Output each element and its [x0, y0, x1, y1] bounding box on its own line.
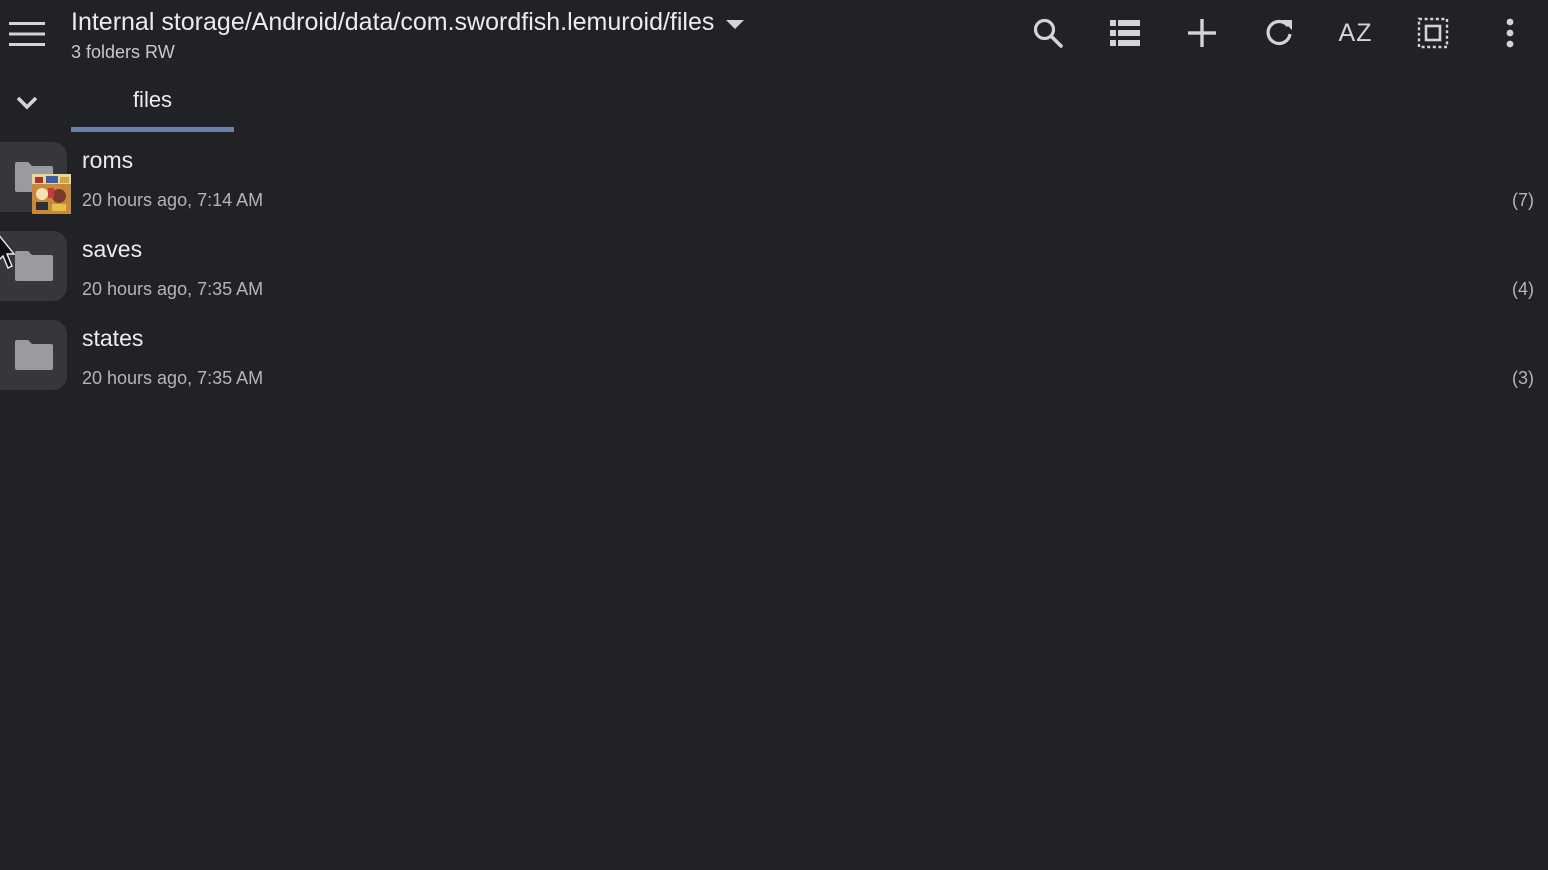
refresh-icon: [1266, 19, 1292, 46]
item-name: states: [82, 325, 144, 351]
file-manager-screen: Internal storage/Android/data/com.swordf…: [0, 0, 1548, 870]
folder-icon: [14, 340, 53, 370]
search-button[interactable]: [1009, 10, 1086, 56]
top-app-bar: Internal storage/Android/data/com.swordf…: [0, 0, 1548, 70]
active-tab-indicator: [71, 127, 234, 132]
list-item[interactable]: states 20 hours ago, 7:35 AM (3): [0, 320, 1548, 409]
tab-label: files: [132, 87, 173, 112]
more-vert-icon: [1506, 18, 1513, 48]
folder-thumbnail: [0, 320, 67, 390]
path-title: Internal storage/Android/data/com.swordf…: [71, 8, 715, 36]
select-all-button[interactable]: [1394, 10, 1471, 56]
collapse-button[interactable]: [6, 82, 48, 124]
refresh-button[interactable]: [1240, 10, 1317, 56]
sort-az-icon: AZ: [1338, 18, 1373, 47]
path-dropdown[interactable]: Internal storage/Android/data/com.swordf…: [71, 6, 745, 38]
item-name: roms: [82, 147, 134, 173]
item-count: (7): [1512, 190, 1534, 210]
item-date: 20 hours ago, 7:14 AM: [82, 190, 264, 210]
chevron-down-icon: [16, 96, 38, 110]
list-view-icon: [1109, 20, 1140, 46]
item-count: (3): [1512, 368, 1534, 388]
item-count: (4): [1512, 279, 1534, 299]
folder-summary: 3 folders RW: [71, 42, 175, 62]
search-icon: [1033, 18, 1063, 48]
more-options-button[interactable]: [1471, 10, 1548, 56]
folder-thumbnail: [0, 231, 67, 301]
folder-icon: [14, 251, 53, 281]
hamburger-menu-icon: [9, 22, 45, 46]
tab-files[interactable]: files: [71, 76, 234, 132]
game-cover-thumbnail: [32, 174, 71, 214]
sort-button[interactable]: AZ: [1317, 10, 1394, 56]
dropdown-caret-icon: [726, 19, 745, 29]
add-icon: [1187, 19, 1216, 47]
view-mode-button[interactable]: [1086, 10, 1163, 56]
menu-button[interactable]: [4, 12, 50, 56]
item-date: 20 hours ago, 7:35 AM: [82, 368, 264, 388]
toolbar-actions: AZ: [1009, 10, 1548, 56]
item-name: saves: [82, 236, 143, 262]
add-button[interactable]: [1163, 10, 1240, 56]
title-block: Internal storage/Android/data/com.swordf…: [71, 6, 745, 63]
item-date: 20 hours ago, 7:35 AM: [82, 279, 264, 299]
file-list: roms 20 hours ago, 7:14 AM (7) saves 20 …: [0, 142, 1548, 409]
list-item[interactable]: roms 20 hours ago, 7:14 AM (7): [0, 142, 1548, 231]
select-all-icon: [1417, 17, 1448, 49]
tabs-bar: files: [0, 76, 1548, 136]
list-item[interactable]: saves 20 hours ago, 7:35 AM (4): [0, 231, 1548, 320]
